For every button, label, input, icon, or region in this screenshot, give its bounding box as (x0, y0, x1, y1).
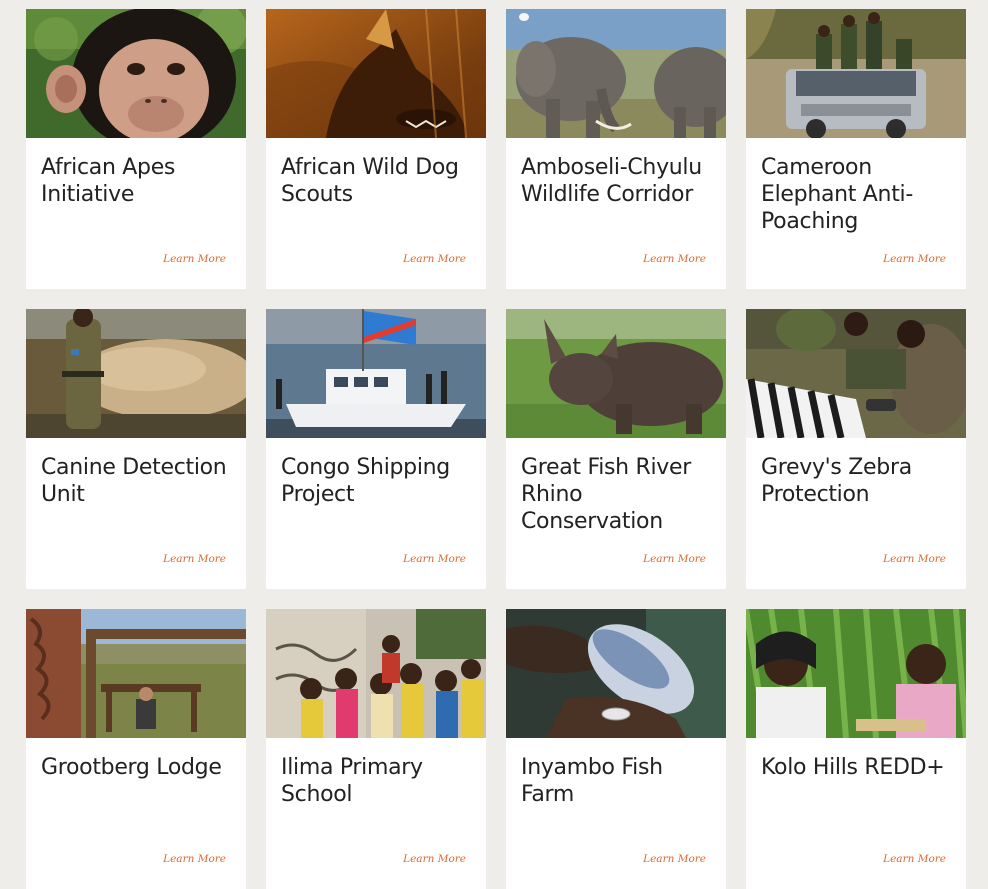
project-title[interactable]: African Wild Dog Scouts (281, 154, 476, 208)
project-image[interactable] (266, 609, 486, 738)
project-title[interactable]: African Apes Initiative (41, 154, 236, 208)
project-title[interactable]: Congo Shipping Project (281, 454, 476, 508)
project-card[interactable]: African Apes Initiative Learn More (26, 9, 246, 289)
learn-more-link[interactable]: Learn More (403, 553, 466, 565)
project-title[interactable]: Grevy's Zebra Protection (761, 454, 956, 508)
project-title[interactable]: Canine Detection Unit (41, 454, 236, 508)
learn-more-link[interactable]: Learn More (163, 253, 226, 265)
learn-more-link[interactable]: Learn More (403, 853, 466, 865)
project-title[interactable]: Kolo Hills REDD+ (761, 754, 956, 781)
project-card[interactable]: Congo Shipping Project Learn More (266, 309, 486, 589)
project-card[interactable]: Amboseli-Chyulu Wildlife Corridor Learn … (506, 9, 726, 289)
learn-more-link[interactable]: Learn More (883, 853, 946, 865)
project-image[interactable] (506, 309, 726, 438)
learn-more-link[interactable]: Learn More (643, 253, 706, 265)
project-image[interactable] (266, 9, 486, 138)
project-card[interactable]: Grevy's Zebra Protection Learn More (746, 309, 966, 589)
project-image[interactable] (26, 9, 246, 138)
project-title[interactable]: Great Fish River Rhino Conservation (521, 454, 716, 535)
project-image[interactable] (506, 609, 726, 738)
project-title[interactable]: Grootberg Lodge (41, 754, 236, 781)
learn-more-link[interactable]: Learn More (643, 853, 706, 865)
project-image[interactable] (746, 309, 966, 438)
project-image[interactable] (26, 609, 246, 738)
project-title[interactable]: Inyambo Fish Farm (521, 754, 716, 808)
project-title[interactable]: Cameroon Elephant Anti-Poaching (761, 154, 956, 235)
project-title[interactable]: Amboseli-Chyulu Wildlife Corridor (521, 154, 716, 208)
learn-more-link[interactable]: Learn More (163, 853, 226, 865)
project-card[interactable]: Great Fish River Rhino Conservation Lear… (506, 309, 726, 589)
project-card[interactable]: Kolo Hills REDD+ Learn More (746, 609, 966, 889)
project-card[interactable]: Grootberg Lodge Learn More (26, 609, 246, 889)
project-grid: African Apes Initiative Learn More Afric… (26, 9, 966, 889)
learn-more-link[interactable]: Learn More (403, 253, 466, 265)
project-card[interactable]: African Wild Dog Scouts Learn More (266, 9, 486, 289)
project-title[interactable]: Ilima Primary School (281, 754, 476, 808)
project-card[interactable]: Canine Detection Unit Learn More (26, 309, 246, 589)
project-card[interactable]: Ilima Primary School Learn More (266, 609, 486, 889)
learn-more-link[interactable]: Learn More (643, 553, 706, 565)
project-image[interactable] (26, 309, 246, 438)
learn-more-link[interactable]: Learn More (883, 553, 946, 565)
project-image[interactable] (746, 9, 966, 138)
project-image[interactable] (746, 609, 966, 738)
project-image[interactable] (266, 309, 486, 438)
project-card[interactable]: Inyambo Fish Farm Learn More (506, 609, 726, 889)
learn-more-link[interactable]: Learn More (163, 553, 226, 565)
project-image[interactable] (506, 9, 726, 138)
project-card[interactable]: Cameroon Elephant Anti-Poaching Learn Mo… (746, 9, 966, 289)
learn-more-link[interactable]: Learn More (883, 253, 946, 265)
